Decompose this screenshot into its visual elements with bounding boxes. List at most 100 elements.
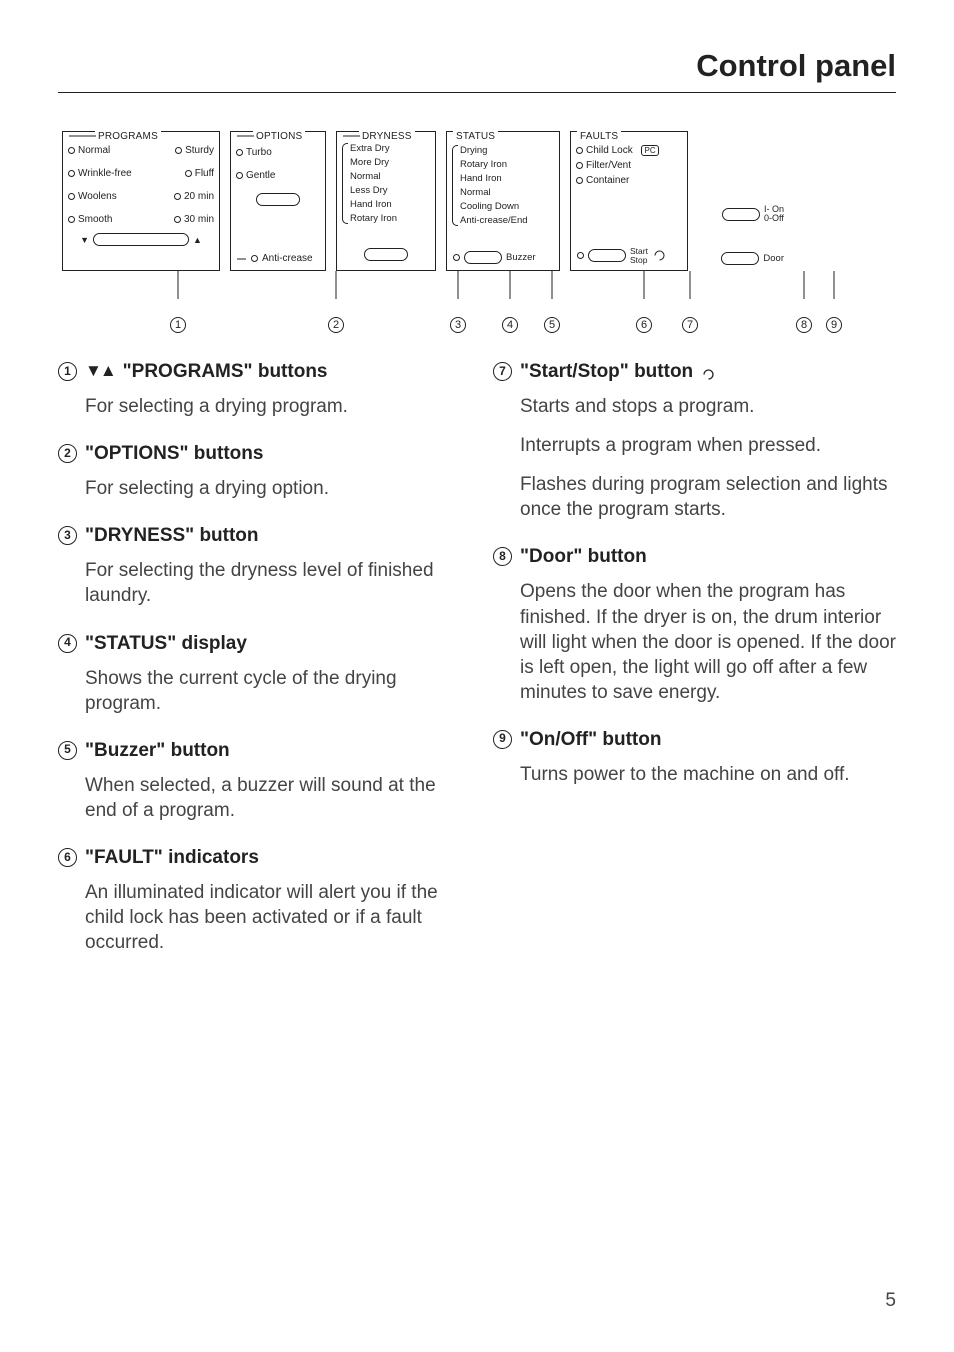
desc-para: Opens the door when the program has fini… bbox=[520, 579, 896, 704]
programs-button[interactable] bbox=[93, 233, 189, 246]
desc-num-6: 6 bbox=[58, 848, 77, 867]
onoff-button[interactable] bbox=[722, 208, 760, 221]
desc-body-3: For selecting the dryness level of finis… bbox=[58, 558, 461, 608]
desc-num-2: 2 bbox=[58, 444, 77, 463]
callout-4: 4 bbox=[502, 317, 518, 333]
start-arc-icon bbox=[701, 364, 716, 379]
desc-body-5: When selected, a buzzer will sound at th… bbox=[58, 773, 461, 823]
desc-head-2: 2 "OPTIONS" buttons bbox=[58, 441, 461, 466]
callout-3: 3 bbox=[450, 317, 466, 333]
dry-rotary: Rotary Iron bbox=[350, 213, 397, 224]
desc-para: Starts and stops a program. bbox=[520, 394, 896, 419]
prog-30min: 30 min bbox=[184, 214, 214, 225]
status-header: STATUS bbox=[453, 131, 498, 142]
callout-5: 5 bbox=[544, 317, 560, 333]
prog-smooth: Smooth bbox=[78, 214, 112, 225]
callout-9: 9 bbox=[826, 317, 842, 333]
st-rotary: Rotary Iron bbox=[460, 159, 528, 170]
desc-num-3: 3 bbox=[58, 526, 77, 545]
dryness-button[interactable] bbox=[364, 248, 408, 261]
st-cooling: Cooling Down bbox=[460, 201, 528, 212]
desc-head-6: 6 "FAULT" indicators bbox=[58, 845, 461, 870]
fault-container: Container bbox=[586, 175, 629, 186]
page-title: Control panel bbox=[58, 48, 896, 93]
start-arc-icon bbox=[652, 248, 667, 263]
desc-title-1: "PROGRAMS" buttons bbox=[123, 359, 328, 384]
desc-item-1: 1▼▲ "PROGRAMS" buttons For selecting a dr… bbox=[58, 359, 461, 419]
desc-body-8: Opens the door when the program has fini… bbox=[493, 579, 896, 704]
desc-head-9: 9 "On/Off" button bbox=[493, 727, 896, 752]
callout-1: 1 bbox=[170, 317, 186, 333]
opt-gentle: Gentle bbox=[246, 170, 275, 181]
desc-title-4: "STATUS" display bbox=[85, 631, 247, 656]
desc-head-5: 5 "Buzzer" button bbox=[58, 738, 461, 763]
desc-item-8: 8 "Door" button Opens the door when the p… bbox=[493, 544, 896, 704]
desc-para: Shows the current cycle of the drying pr… bbox=[85, 666, 461, 716]
desc-item-6: 6 "FAULT" indicators An illuminated indic… bbox=[58, 845, 461, 955]
desc-para: An illuminated indicator will alert you … bbox=[85, 880, 461, 955]
right-column: 7 "Start/Stop" buttonStarts and stops a … bbox=[493, 359, 896, 977]
desc-para: Flashes during program selection and lig… bbox=[520, 472, 896, 522]
programs-header: PROGRAMS bbox=[95, 131, 161, 142]
opt-anticrease: Anti-crease bbox=[262, 253, 313, 264]
callout-2: 2 bbox=[328, 317, 344, 333]
dry-more: More Dry bbox=[350, 157, 397, 168]
desc-body-9: Turns power to the machine on and off. bbox=[493, 762, 896, 787]
desc-title-5: "Buzzer" button bbox=[85, 738, 230, 763]
prog-20min: 20 min bbox=[184, 191, 214, 202]
door-button[interactable] bbox=[721, 252, 759, 265]
desc-num-4: 4 bbox=[58, 634, 77, 653]
desc-para: For selecting a drying program. bbox=[85, 394, 461, 419]
dry-hand: Hand Iron bbox=[350, 199, 397, 210]
desc-num-5: 5 bbox=[58, 741, 77, 760]
desc-para: For selecting a drying option. bbox=[85, 476, 461, 501]
callout-7: 7 bbox=[682, 317, 698, 333]
st-hand: Hand Iron bbox=[460, 173, 528, 184]
desc-head-8: 8 "Door" button bbox=[493, 544, 896, 569]
desc-item-4: 4 "STATUS" display Shows the current cycl… bbox=[58, 631, 461, 716]
dry-normal: Normal bbox=[350, 171, 397, 182]
desc-title-3: "DRYNESS" button bbox=[85, 523, 259, 548]
desc-title-7: "Start/Stop" button bbox=[520, 359, 693, 384]
desc-para: For selecting the dryness level of finis… bbox=[85, 558, 461, 608]
desc-para: Interrupts a program when pressed. bbox=[520, 433, 896, 458]
buzzer-label: Buzzer bbox=[506, 252, 536, 263]
up-arrow-icon: ▲ bbox=[193, 235, 202, 245]
desc-head-1: 1▼▲ "PROGRAMS" buttons bbox=[58, 359, 461, 384]
desc-head-4: 4 "STATUS" display bbox=[58, 631, 461, 656]
desc-body-7: Starts and stops a program. Interrupts a … bbox=[493, 394, 896, 522]
st-drying: Drying bbox=[460, 145, 528, 156]
desc-title-8: "Door" button bbox=[520, 544, 647, 569]
prog-fluff: Fluff bbox=[195, 168, 214, 179]
dry-less: Less Dry bbox=[350, 185, 397, 196]
prog-woolens: Woolens bbox=[78, 191, 117, 202]
desc-body-4: Shows the current cycle of the drying pr… bbox=[58, 666, 461, 716]
desc-item-3: 3 "DRYNESS" button For selecting the dryn… bbox=[58, 523, 461, 608]
prog-sturdy: Sturdy bbox=[185, 145, 214, 156]
fault-childlock: Child Lock bbox=[586, 145, 633, 156]
desc-body-1: For selecting a drying program. bbox=[58, 394, 461, 419]
startstop-button[interactable] bbox=[588, 249, 626, 262]
prog-normal: Normal bbox=[78, 145, 110, 156]
desc-title-9: "On/Off" button bbox=[520, 727, 661, 752]
desc-body-6: An illuminated indicator will alert you … bbox=[58, 880, 461, 955]
desc-head-3: 3 "DRYNESS" button bbox=[58, 523, 461, 548]
desc-title-6: "FAULT" indicators bbox=[85, 845, 259, 870]
dryness-header: DRYNESS bbox=[359, 131, 415, 142]
fault-filter: Filter/Vent bbox=[586, 160, 631, 171]
buzzer-button[interactable] bbox=[464, 251, 502, 264]
callout-6: 6 bbox=[636, 317, 652, 333]
options-button[interactable] bbox=[256, 193, 300, 206]
desc-item-5: 5 "Buzzer" button When selected, a buzzer… bbox=[58, 738, 461, 823]
door-label: Door bbox=[763, 253, 784, 264]
callout-8: 8 bbox=[796, 317, 812, 333]
desc-item-2: 2 "OPTIONS" buttons For selecting a dryin… bbox=[58, 441, 461, 501]
st-anticrease: Anti-crease/End bbox=[460, 215, 528, 226]
control-panel-diagram: PROGRAMS Normal Sturdy Wrinkle-free Fluf… bbox=[58, 131, 896, 337]
desc-para: When selected, a buzzer will sound at th… bbox=[85, 773, 461, 823]
desc-body-2: For selecting a drying option. bbox=[58, 476, 461, 501]
faults-header: FAULTS bbox=[577, 131, 621, 142]
dry-extra: Extra Dry bbox=[350, 143, 397, 154]
prog-wrinklefree: Wrinkle-free bbox=[78, 168, 132, 179]
pc-icon: PC bbox=[641, 145, 658, 156]
